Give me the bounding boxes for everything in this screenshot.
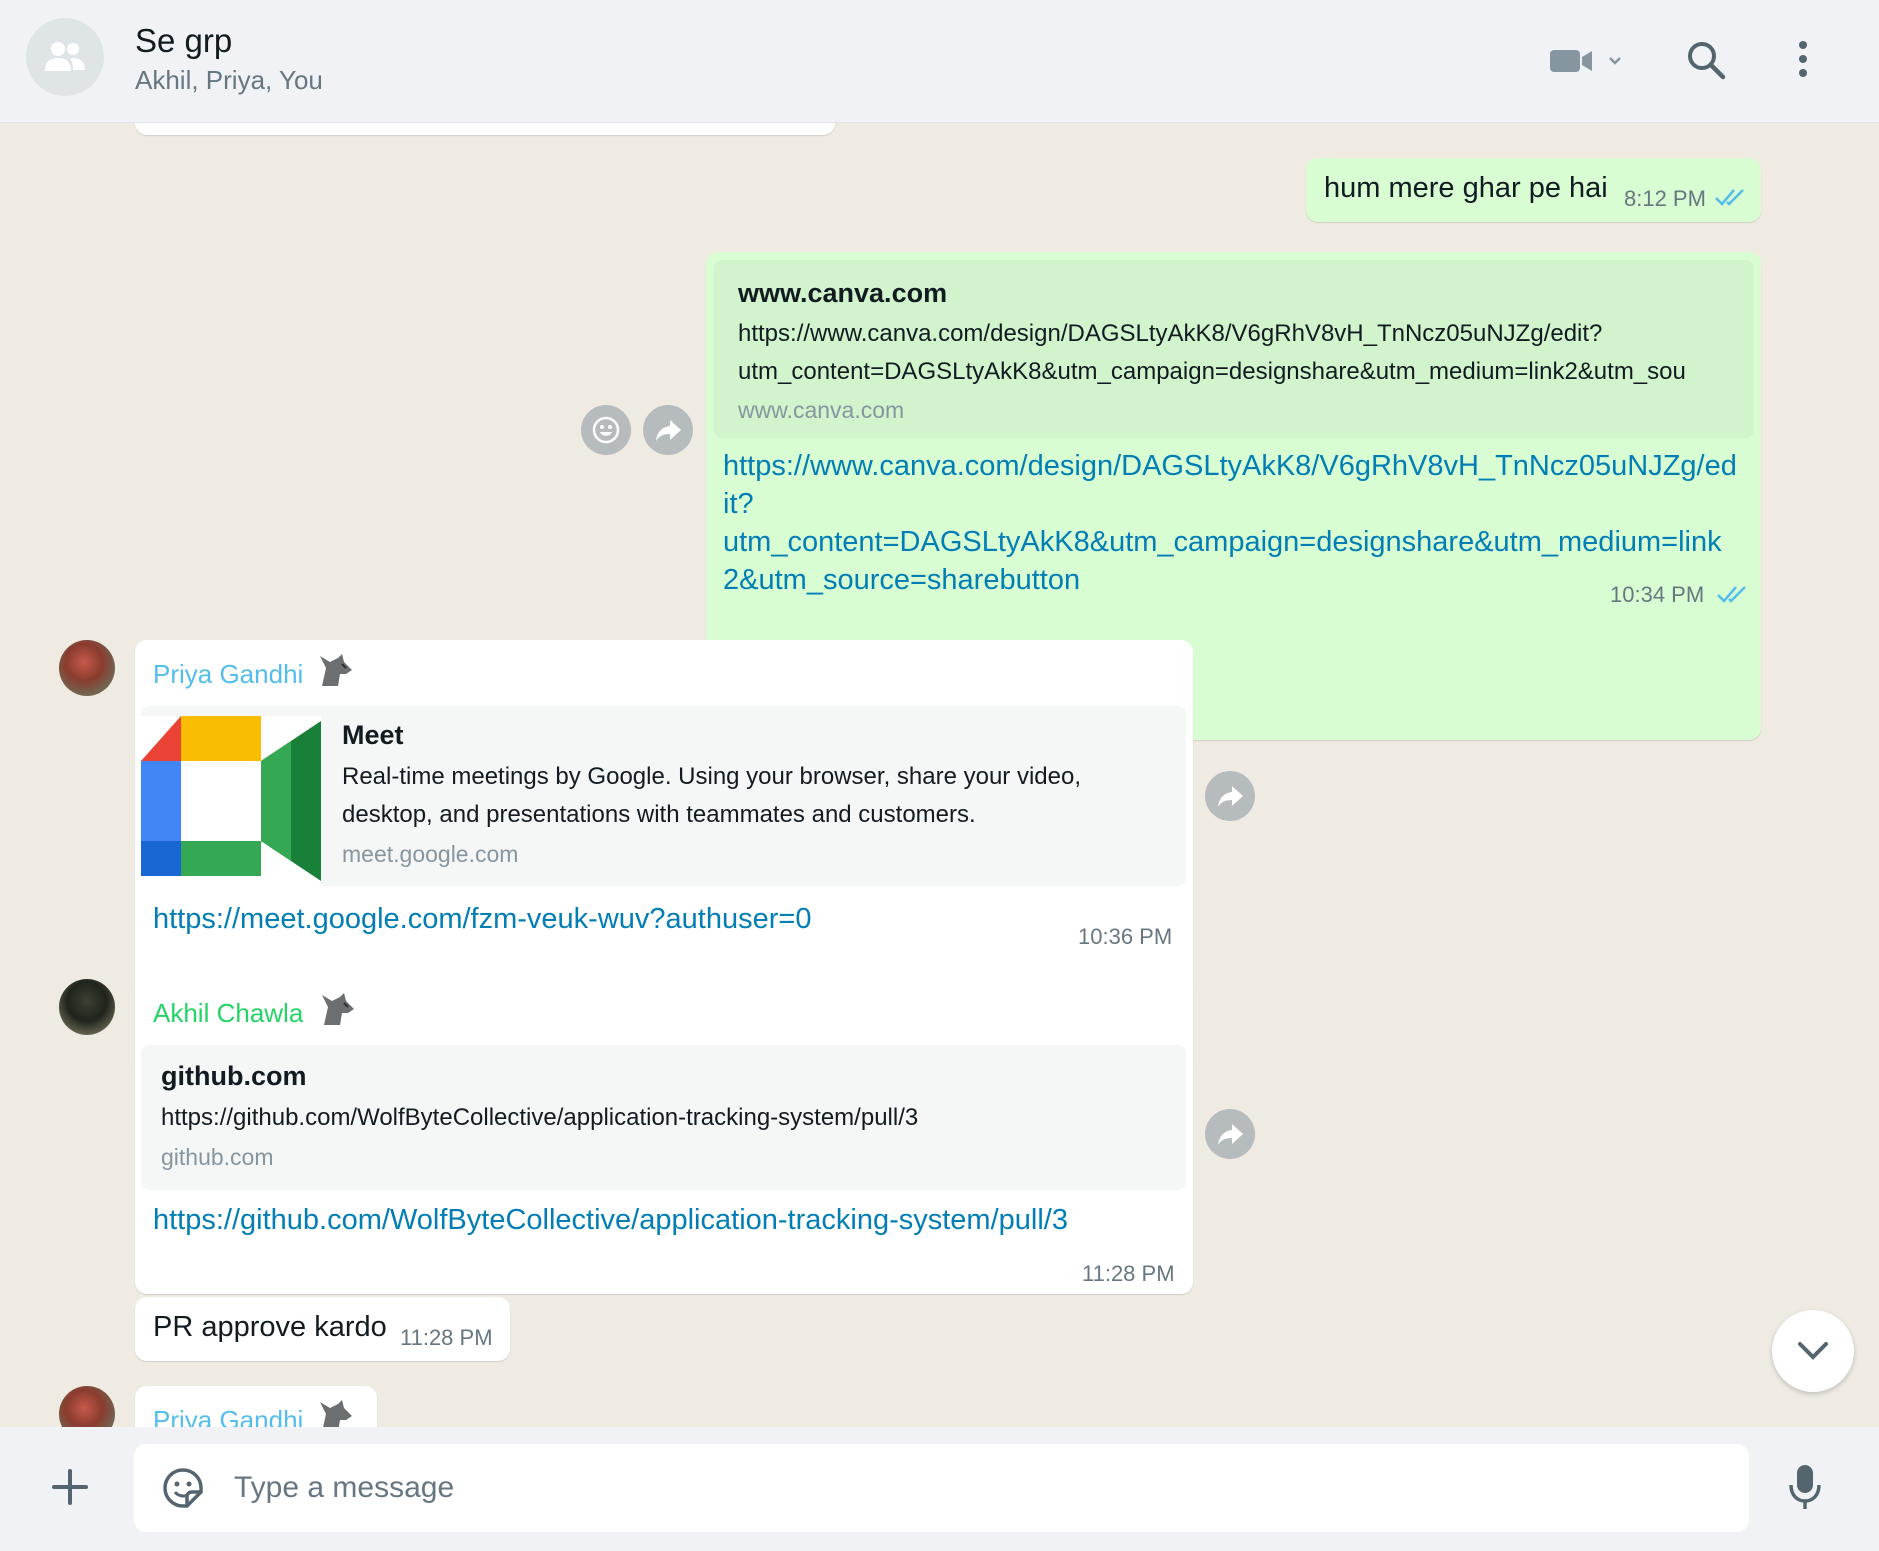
chat-title[interactable]: Se grp — [135, 22, 232, 60]
group-avatar-icon — [45, 42, 85, 71]
microphone-icon — [1789, 1465, 1821, 1509]
forward-icon — [1218, 786, 1243, 807]
message-link[interactable]: https://github.com/WolfByteCollective/ap… — [153, 1201, 1068, 1239]
attach-button[interactable] — [50, 1467, 90, 1512]
link-preview-title: www.canva.com — [738, 278, 948, 308]
message-link[interactable]: it? — [723, 485, 754, 523]
forward-icon — [1218, 1124, 1243, 1145]
link-preview-description: https://github.com/WolfByteCollective/ap… — [161, 1104, 919, 1131]
sender-name[interactable]: Priya Gandhi — [153, 659, 303, 690]
message-bubble-partial[interactable] — [135, 123, 835, 135]
message-time: 8:12 PM — [1624, 186, 1706, 211]
chevron-down-icon — [1798, 1342, 1828, 1360]
sender-name[interactable]: Priya Gandhi — [153, 1405, 303, 1427]
link-preview-meet[interactable]: Meet Real-time meetings by Google. Using… — [141, 706, 1186, 886]
search-button[interactable] — [1686, 40, 1726, 85]
sticker-icon — [163, 1468, 203, 1508]
message-time: 10:34 PM — [1610, 582, 1705, 607]
avatar-priya[interactable] — [59, 640, 115, 696]
message-time: 10:36 PM — [1078, 924, 1173, 949]
group-members[interactable]: Akhil, Priya, You — [135, 65, 323, 96]
link-preview-github[interactable]: github.com https://github.com/WolfByteCo… — [141, 1045, 1186, 1190]
forward-icon — [656, 420, 681, 441]
link-preview-domain: www.canva.com — [738, 397, 905, 423]
composer[interactable] — [0, 1427, 1879, 1551]
emoji-icon — [592, 416, 620, 444]
message-bubble-outgoing[interactable]: hum mere ghar pe hai 8:12 PM — [1306, 158, 1761, 222]
message-text: PR approve kardo — [153, 1311, 387, 1343]
message-input[interactable] — [234, 1444, 1724, 1532]
message-bubble-incoming[interactable]: PR approve kardo 11:28 PM — [135, 1297, 510, 1361]
react-button[interactable] — [581, 405, 631, 455]
message-text: hum mere ghar pe hai — [1324, 172, 1608, 204]
chat-header[interactable]: Se grp Akhil, Priya, You — [0, 0, 1879, 123]
avatar-akhil[interactable] — [59, 979, 115, 1035]
link-preview-description: desktop, and presentations with teammate… — [342, 801, 976, 828]
wolf-emoji-icon — [322, 993, 354, 1025]
video-call-button[interactable] — [1548, 46, 1628, 81]
link-preview-description: https://www.canva.com/design/DAGSLtyAkK8… — [738, 320, 1603, 347]
wolf-emoji-icon — [320, 1400, 352, 1427]
group-avatar[interactable] — [26, 18, 104, 96]
forward-button[interactable] — [643, 405, 693, 455]
forward-button[interactable] — [1205, 771, 1255, 821]
message-link[interactable]: https://www.canva.com/design/DAGSLtyAkK8… — [723, 447, 1737, 485]
search-icon — [1688, 42, 1726, 80]
message-bubble-incoming-partial[interactable]: Priya Gandhi — [135, 1386, 377, 1427]
forward-button[interactable] — [1205, 1109, 1255, 1159]
message-list[interactable]: hum mere ghar pe hai 8:12 PM www.canva.c… — [0, 123, 1879, 1427]
video-call-icon — [1550, 50, 1621, 72]
read-ticks-icon — [1715, 189, 1744, 206]
sticker-button[interactable] — [162, 1467, 204, 1514]
message-link[interactable]: 2&utm_source=sharebutton — [723, 561, 1080, 599]
menu-icon — [1799, 41, 1807, 77]
menu-button[interactable] — [1797, 40, 1809, 83]
link-preview-description: utm_content=DAGSLtyAkK8&utm_campaign=des… — [738, 358, 1686, 385]
wolf-emoji-icon — [320, 654, 352, 686]
message-link[interactable]: utm_content=DAGSLtyAkK8&utm_campaign=des… — [723, 523, 1722, 561]
message-time: 11:28 PM — [1082, 1261, 1175, 1286]
read-ticks-icon — [1717, 586, 1746, 603]
message-link[interactable]: https://meet.google.com/fzm-veuk-wuv?aut… — [153, 900, 811, 938]
scroll-to-bottom-button[interactable] — [1772, 1310, 1854, 1392]
link-preview-title: github.com — [161, 1061, 307, 1091]
voice-message-button[interactable] — [1787, 1463, 1823, 1518]
message-time: 11:28 PM — [400, 1325, 493, 1350]
message-bubble-incoming-link[interactable]: Akhil Chawla github.com https://github.c… — [135, 979, 1193, 1294]
message-input-box[interactable] — [134, 1444, 1749, 1532]
link-preview-description: Real-time meetings by Google. Using your… — [342, 763, 1082, 790]
link-preview-canva[interactable]: www.canva.com https://www.canva.com/desi… — [714, 260, 1754, 438]
link-preview-domain: github.com — [161, 1144, 274, 1170]
google-meet-logo-icon — [141, 716, 321, 886]
plus-icon — [52, 1469, 88, 1505]
link-preview-domain: meet.google.com — [342, 841, 519, 867]
link-preview-title: Meet — [342, 720, 404, 750]
avatar-priya[interactable] — [59, 1386, 115, 1427]
sender-name[interactable]: Akhil Chawla — [153, 998, 303, 1029]
